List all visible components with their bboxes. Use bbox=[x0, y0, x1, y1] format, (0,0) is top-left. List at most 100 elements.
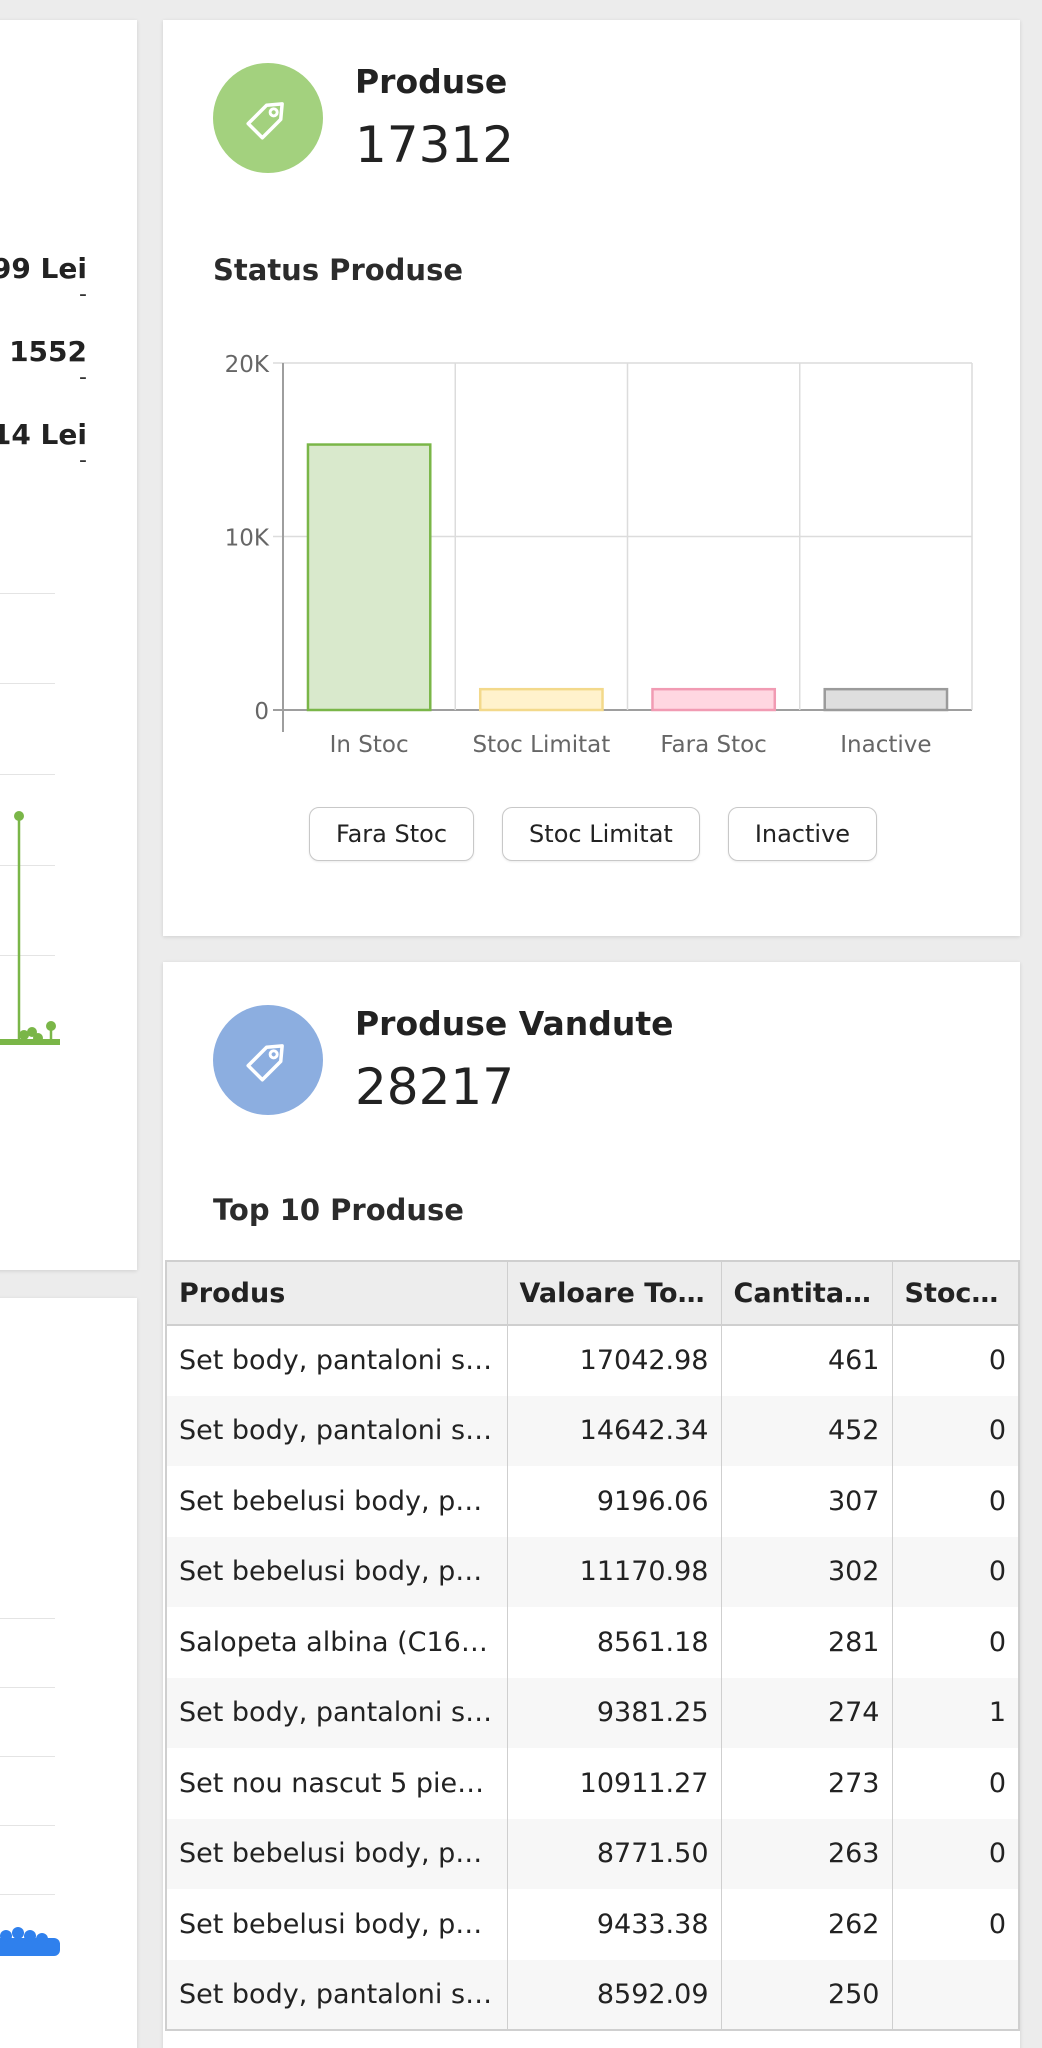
legend-stoc-limitat[interactable]: Stoc Limitat bbox=[502, 807, 700, 861]
cell-value: 9433.38 bbox=[507, 1889, 722, 1960]
table-row[interactable]: Set nou nascut 5 piese... 10911.27 273 0 bbox=[166, 1748, 1019, 1819]
section-title: Status Produse bbox=[213, 253, 463, 287]
x-tick-label: Inactive bbox=[840, 732, 931, 758]
grid-line bbox=[0, 1825, 55, 1826]
cell-value: 8561.18 bbox=[507, 1607, 722, 1678]
cell-quantity: 250 bbox=[721, 1959, 893, 2030]
table-row[interactable]: Set bebelusi body, pan... 9433.38 262 0 bbox=[166, 1889, 1019, 1960]
bar-stoc-limitat bbox=[478, 687, 604, 712]
cell-product: Set body, pantaloni si c... bbox=[166, 1395, 508, 1466]
table-row[interactable]: Set bebelusi body, pan... 8771.50 263 0 bbox=[166, 1818, 1019, 1889]
table-row[interactable]: Set body, pantaloni si c... 17042.98 461 0 bbox=[166, 1325, 1019, 1396]
table-row[interactable]: Set body, pantaloni si c... 9381.25 274 1 bbox=[166, 1677, 1019, 1748]
stat-value: 14 Lei bbox=[0, 418, 87, 451]
stat-value: 99 Lei bbox=[0, 252, 87, 285]
tag-icon bbox=[246, 1044, 284, 1082]
cell-value: 10911.27 bbox=[507, 1748, 722, 1819]
mini-line-chart bbox=[0, 811, 60, 1045]
cell-quantity: 452 bbox=[721, 1395, 893, 1466]
cell-product: Set bebelusi body, pan... bbox=[166, 1889, 508, 1960]
grid-line bbox=[0, 1618, 55, 1619]
left-summary-card: 99 Lei - 1552 - 14 Lei - bbox=[0, 20, 137, 1270]
column-header-produs[interactable]: Produs bbox=[166, 1261, 508, 1326]
cell-product: Salopeta albina (C1633... bbox=[166, 1607, 508, 1678]
products-card: Produse 17312 Status Produse 0 10K 20K In S… bbox=[163, 20, 1020, 936]
tag-icon bbox=[246, 102, 284, 140]
stat-sub: - bbox=[79, 282, 87, 307]
cell-product: Set body, pantaloni si c... bbox=[166, 1677, 508, 1748]
top-products-table: Produs Valoare Tot... Cantitat... Stoc .… bbox=[165, 1260, 1020, 2031]
stat-sub: - bbox=[79, 448, 87, 473]
card-value: 17312 bbox=[355, 116, 515, 174]
legend-inactive[interactable]: Inactive bbox=[727, 807, 878, 861]
cell-quantity: 302 bbox=[721, 1536, 893, 1607]
cell-quantity: 461 bbox=[721, 1325, 893, 1396]
cell-stock: 0 bbox=[892, 1536, 1019, 1607]
left-summary-card-2 bbox=[0, 1298, 137, 2048]
cell-stock: 0 bbox=[988, 1485, 1006, 1517]
cell-product: Set bebelusi body, pan... bbox=[166, 1818, 508, 1889]
table-header-row: Produs Valoare Tot... Cantitat... Stoc .… bbox=[166, 1261, 1019, 1326]
bar-inactive bbox=[823, 687, 949, 712]
cell-stock: 0 bbox=[988, 1626, 1006, 1658]
stat-row: 14 Lei - bbox=[0, 418, 87, 473]
cell-product: Set body, pantaloni si c... bbox=[166, 1959, 508, 2030]
cell-stock: 0 bbox=[892, 1818, 1019, 1889]
grid-line bbox=[0, 1687, 55, 1688]
table-row[interactable]: Set body, pantaloni si c... 8592.09 250 bbox=[166, 1959, 1019, 2030]
card-value: 28217 bbox=[355, 1058, 515, 1116]
mini-bar-chart bbox=[0, 1927, 60, 1956]
card-title: Produse bbox=[355, 62, 508, 101]
cell-quantity: 262 bbox=[721, 1889, 893, 1960]
cell-stock bbox=[892, 1959, 1019, 2030]
x-tick-label: Stoc Limitat bbox=[472, 732, 610, 758]
grid-line bbox=[0, 774, 55, 775]
cell-quantity: 274 bbox=[721, 1677, 893, 1748]
cell-stock: 0 bbox=[988, 1345, 1006, 1377]
stat-sub: - bbox=[79, 365, 87, 390]
stat-row: 99 Lei - bbox=[0, 252, 87, 307]
grid-line bbox=[0, 1894, 55, 1895]
cell-quantity: 273 bbox=[721, 1748, 893, 1819]
cell-stock: 0 bbox=[892, 1395, 1019, 1466]
products-badge bbox=[213, 63, 323, 173]
grid-line bbox=[0, 1756, 55, 1757]
x-tick-label: In Stoc bbox=[330, 732, 409, 758]
cell-value: 14642.34 bbox=[507, 1395, 722, 1466]
card-title: Produse Vandute bbox=[355, 1004, 674, 1043]
grid-line bbox=[0, 683, 55, 684]
y-tick-label: 20K bbox=[225, 352, 270, 378]
y-tick-label: 10K bbox=[225, 526, 270, 552]
table-row[interactable]: Set bebelusi body, pan... 11170.98 302 0 bbox=[166, 1536, 1019, 1607]
legend-fara-stoc[interactable]: Fara Stoc bbox=[309, 807, 475, 861]
bar-fara-stoc bbox=[651, 687, 777, 712]
cell-product: Set bebelusi body, pan... bbox=[166, 1466, 508, 1537]
grid-line bbox=[0, 593, 55, 594]
cell-product: Set bebelusi body, pan... bbox=[166, 1536, 508, 1607]
cell-stock: 1 bbox=[892, 1677, 1019, 1748]
cell-value: 11170.98 bbox=[507, 1536, 722, 1607]
chart-legend: Fara Stoc Stoc Limitat Inactive bbox=[309, 807, 878, 861]
x-tick-label: Fara Stoc bbox=[660, 732, 766, 758]
stat-row: 1552 - bbox=[9, 335, 87, 390]
table-row[interactable]: Salopeta albina (C1633... 8561.18 281 0 bbox=[166, 1607, 1019, 1678]
y-tick-label: 0 bbox=[254, 699, 269, 725]
cell-stock: 0 bbox=[988, 1767, 1006, 1799]
column-header-cantitate[interactable]: Cantitat... bbox=[721, 1261, 893, 1326]
cell-quantity: 263 bbox=[721, 1818, 893, 1889]
cell-value: 8592.09 bbox=[507, 1959, 722, 2030]
table-row[interactable]: Set body, pantaloni si c... 14642.34 452 0 bbox=[166, 1395, 1019, 1466]
status-bar-chart: 0 10K 20K In Stoc Stoc Limitat Fara Stoc Inact… bbox=[225, 352, 973, 758]
section-title: Top 10 Produse bbox=[213, 1193, 464, 1227]
cell-stock: 0 bbox=[988, 1908, 1006, 1940]
column-header-stoc[interactable]: Stoc ... bbox=[892, 1261, 1019, 1326]
column-header-valoare[interactable]: Valoare Tot... bbox=[507, 1261, 722, 1326]
sold-badge bbox=[213, 1005, 323, 1115]
cell-value: 9381.25 bbox=[507, 1677, 722, 1748]
cell-quantity: 307 bbox=[721, 1466, 893, 1537]
cell-product: Set nou nascut 5 piese... bbox=[166, 1748, 508, 1819]
cell-value: 17042.98 bbox=[507, 1325, 722, 1396]
cell-quantity: 281 bbox=[721, 1607, 893, 1678]
cell-product: Set body, pantaloni si c... bbox=[166, 1325, 508, 1396]
table-row[interactable]: Set bebelusi body, pan... 9196.06 307 0 bbox=[166, 1466, 1019, 1537]
